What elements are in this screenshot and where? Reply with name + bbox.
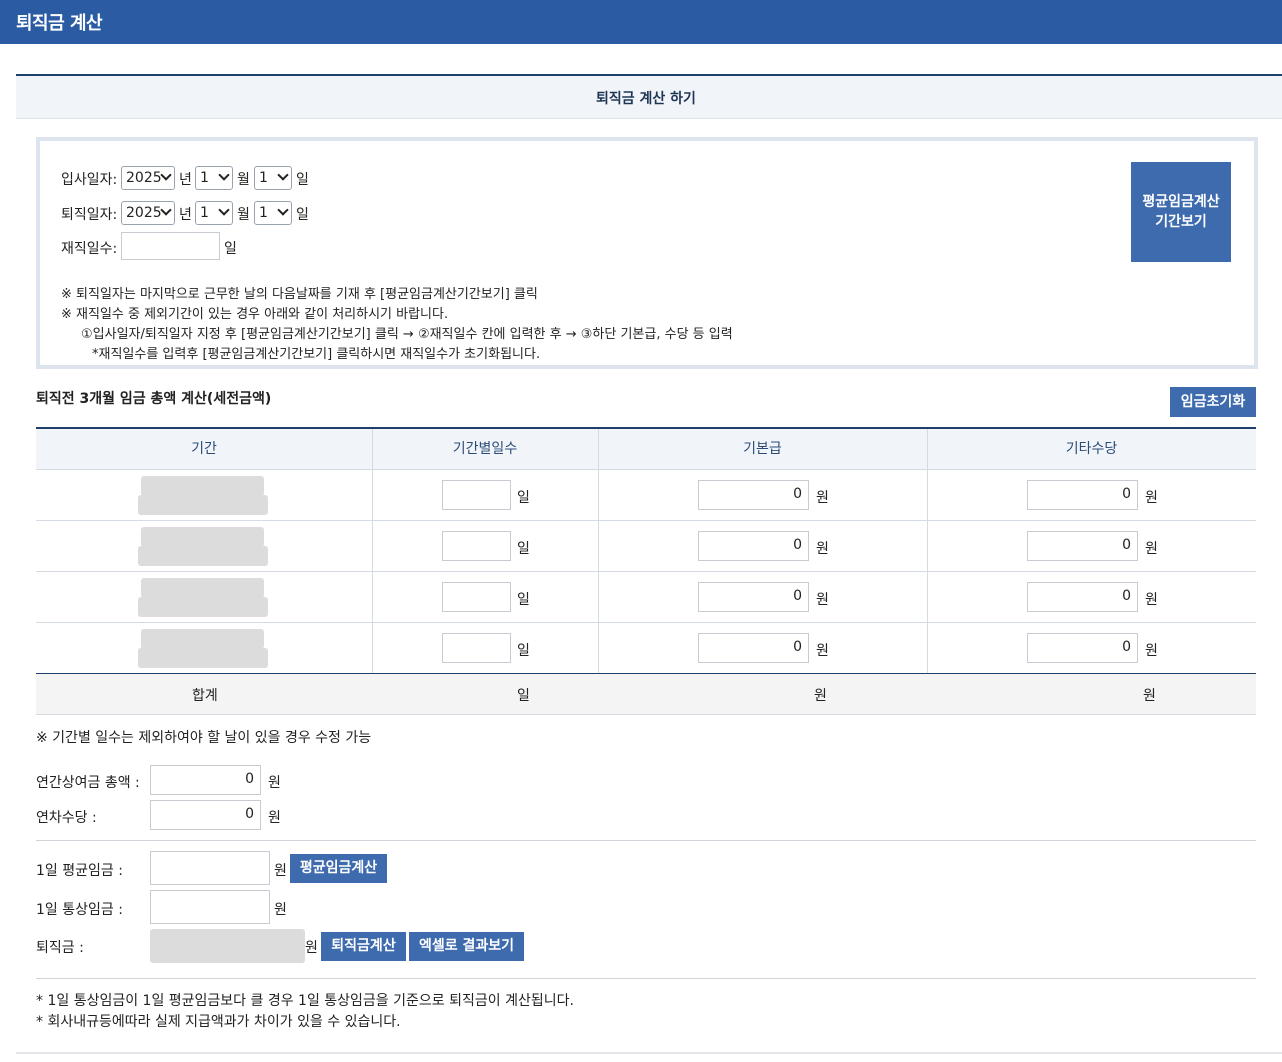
- severance-value-blurred: [150, 929, 305, 963]
- bonus-input[interactable]: 0: [150, 765, 261, 795]
- period-value-blurred: [141, 527, 264, 547]
- row-days-input[interactable]: [442, 582, 511, 612]
- app-title: 퇴직금 계산: [16, 13, 103, 34]
- row-other-input[interactable]: 0: [1027, 582, 1138, 612]
- day-unit: 일: [296, 172, 309, 188]
- month-unit: 월: [237, 172, 250, 188]
- row-other-input[interactable]: 0: [1027, 633, 1138, 663]
- entry-day-select[interactable]: 1: [254, 166, 292, 190]
- wage-table: 기간 기간별일수 기본급 기타수당 일 0 원 0 원 일 0 원 0 원 일 …: [36, 427, 1256, 715]
- section-title: 퇴직금 계산 하기: [596, 91, 696, 107]
- chevron-down-icon: [218, 169, 230, 181]
- row-base-input[interactable]: 0: [698, 531, 809, 561]
- severance-unit: 원: [305, 940, 318, 956]
- period-value-blurred: [141, 578, 264, 598]
- wage-section-title: 퇴직전 3개월 임금 총액 계산(세전금액): [36, 391, 272, 407]
- severance-calc-button[interactable]: 퇴직금계산: [321, 932, 406, 961]
- bonus-unit: 원: [268, 775, 281, 791]
- form-note-2: ※ 재직일수 중 제외기간이 있는 경우 아래와 같이 처리하시기 바랍니다.: [61, 307, 449, 322]
- annual-leave-unit: 원: [268, 810, 281, 826]
- avg-wage-label: 1일 평균임금 :: [36, 863, 123, 879]
- chevron-down-icon: [277, 169, 289, 181]
- row-base-input[interactable]: 0: [698, 582, 809, 612]
- col-days: 기간별일수: [452, 441, 518, 457]
- row-days-input[interactable]: [442, 531, 511, 561]
- exit-day-select[interactable]: 1: [254, 201, 292, 225]
- divider: [36, 840, 1256, 841]
- col-period: 기간: [191, 441, 217, 457]
- total-base-unit: 원: [814, 688, 827, 704]
- total-other-unit: 원: [1143, 688, 1156, 704]
- severance-label: 퇴직금 :: [36, 940, 84, 956]
- work-days-input[interactable]: [121, 232, 220, 260]
- work-days-label: 재직일수:: [61, 241, 118, 257]
- row-days-input[interactable]: [442, 633, 511, 663]
- row-other-input[interactable]: 0: [1027, 480, 1138, 510]
- avg-wage-calc-button[interactable]: 평균임금계산: [290, 854, 387, 883]
- period-value-blurred: [141, 629, 264, 649]
- avg-period-button[interactable]: 평균임금계산 기간보기: [1131, 162, 1231, 262]
- entry-month-select[interactable]: 1: [195, 166, 233, 190]
- excel-result-button[interactable]: 엑셀로 결과보기: [409, 932, 524, 961]
- date-form-box: 입사일자: 2025 년 1 월 1 일 퇴직일자: 2025 년 1 월 1 …: [36, 137, 1258, 369]
- total-label: 합계: [192, 688, 218, 704]
- footnote-1: * 1일 통상임금이 1일 평균임금보다 클 경우 1일 통상임금을 기준으로 …: [36, 993, 574, 1009]
- bottom-border: [16, 1052, 1282, 1054]
- row-base-input[interactable]: 0: [698, 480, 809, 510]
- chevron-down-icon: [160, 169, 172, 181]
- annual-leave-label: 연차수당 :: [36, 810, 97, 826]
- app-header: 퇴직금 계산: [0, 0, 1282, 44]
- total-days-unit: 일: [517, 688, 530, 704]
- chevron-down-icon: [277, 204, 289, 216]
- exit-year-select[interactable]: 2025: [121, 201, 175, 225]
- month-unit: 월: [237, 207, 250, 223]
- row-base-input[interactable]: 0: [698, 633, 809, 663]
- entry-date-label: 입사일자:: [61, 172, 118, 188]
- chevron-down-icon: [218, 204, 230, 216]
- divider: [36, 978, 1256, 979]
- year-unit: 년: [179, 172, 192, 188]
- exit-month-select[interactable]: 1: [195, 201, 233, 225]
- section-header: 퇴직금 계산 하기: [16, 74, 1282, 119]
- normal-wage-input[interactable]: [150, 890, 270, 924]
- chevron-down-icon: [160, 204, 172, 216]
- row-days-input[interactable]: [442, 480, 511, 510]
- footnote-2: * 회사내규등에따라 실제 지급액과가 차이가 있을 수 있습니다.: [36, 1014, 401, 1030]
- avg-wage-input[interactable]: [150, 851, 270, 885]
- bonus-label: 연간상여금 총액 :: [36, 775, 140, 791]
- total-row: [36, 674, 1256, 714]
- form-note-3: ①입사일자/퇴직일자 지정 후 [평균임금계산기간보기] 클릭 → ②재직일수 …: [81, 327, 733, 342]
- days-unit: 일: [224, 241, 237, 257]
- avg-wage-unit: 원: [274, 863, 287, 879]
- col-other: 기타수당: [1065, 441, 1118, 457]
- period-value-blurred: [141, 476, 264, 496]
- row-other-input[interactable]: 0: [1027, 531, 1138, 561]
- normal-wage-unit: 원: [274, 902, 287, 918]
- table-header: 기간 기간별일수 기본급 기타수당: [36, 429, 1256, 469]
- exit-date-label: 퇴직일자:: [61, 207, 118, 223]
- form-note-1: ※ 퇴직일자는 마지막으로 근무한 날의 다음날짜를 기재 후 [평균임금계산기…: [61, 287, 538, 302]
- days-edit-note: ※ 기간별 일수는 제외하여야 할 날이 있을 경우 수정 가능: [36, 730, 372, 746]
- entry-year-select[interactable]: 2025: [121, 166, 175, 190]
- col-base: 기본급: [743, 441, 782, 457]
- year-unit: 년: [179, 207, 192, 223]
- annual-leave-input[interactable]: 0: [150, 800, 261, 830]
- form-note-4: *재직일수를 입력후 [평균임금계산기간보기] 클릭하시면 재직일수가 초기화됩…: [92, 347, 541, 362]
- normal-wage-label: 1일 통상임금 :: [36, 902, 123, 918]
- day-unit: 일: [296, 207, 309, 223]
- reset-wage-button[interactable]: 임금초기화: [1170, 387, 1256, 417]
